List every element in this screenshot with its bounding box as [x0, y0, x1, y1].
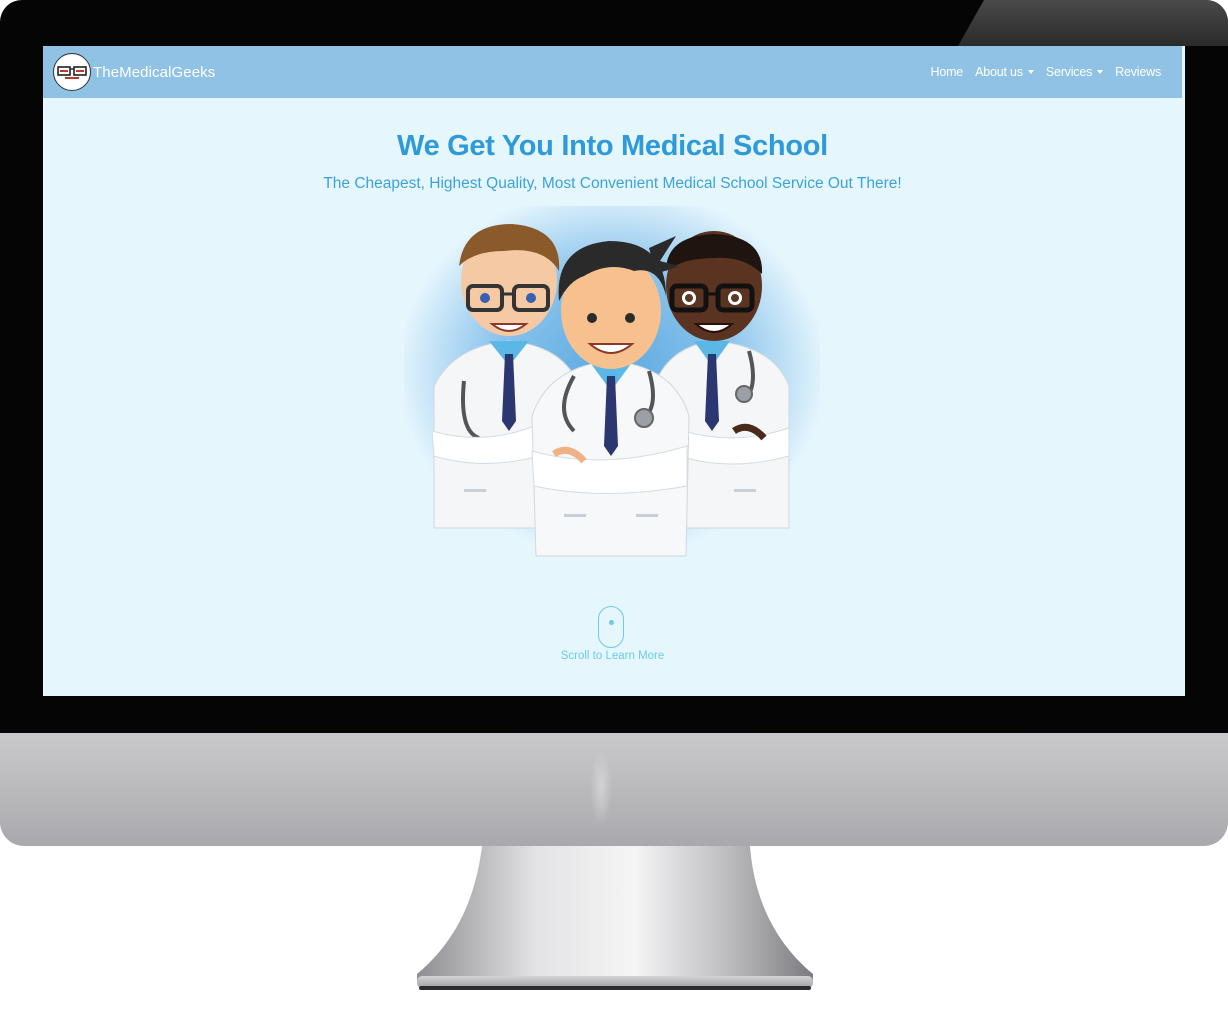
brand-name: TheMedicalGeeks	[93, 63, 216, 81]
mouse-scroll-icon[interactable]	[598, 606, 624, 648]
doctors-illustration	[404, 206, 820, 557]
nav-about-us-dropdown[interactable]: About us	[975, 65, 1034, 79]
nav-home[interactable]: Home	[931, 65, 964, 79]
monitor-logo-glare	[590, 748, 612, 828]
nav-menu: Home About us Services Reviews	[931, 46, 1162, 98]
glasses-logo-icon	[53, 53, 91, 91]
nav-home-label: Home	[930, 65, 964, 79]
monitor-chin	[0, 733, 1228, 846]
nav-services-dropdown[interactable]: Services	[1045, 65, 1104, 79]
navbar: TheMedicalGeeks Home About us Services R…	[43, 46, 1182, 98]
mouse-wheel-dot	[608, 620, 614, 625]
caret-down-icon	[1097, 70, 1104, 74]
nav-about-us-label: About us	[975, 65, 1023, 79]
nav-services-label: Services	[1045, 65, 1093, 79]
monitor-stand	[417, 846, 813, 990]
browser-viewport: TheMedicalGeeks Home About us Services R…	[43, 46, 1185, 696]
caret-down-icon	[1027, 70, 1034, 74]
hero-subtitle: The Cheapest, Highest Quality, Most Conv…	[323, 175, 902, 192]
nav-reviews[interactable]: Reviews	[1115, 65, 1161, 79]
hero-title: We Get You Into Medical School	[397, 130, 828, 162]
bezel-reflection	[958, 0, 1228, 46]
nav-reviews-label: Reviews	[1115, 65, 1161, 79]
brand-link[interactable]: TheMedicalGeeks	[53, 52, 215, 92]
scroll-hint-label[interactable]: Scroll to Learn More	[43, 650, 1182, 662]
